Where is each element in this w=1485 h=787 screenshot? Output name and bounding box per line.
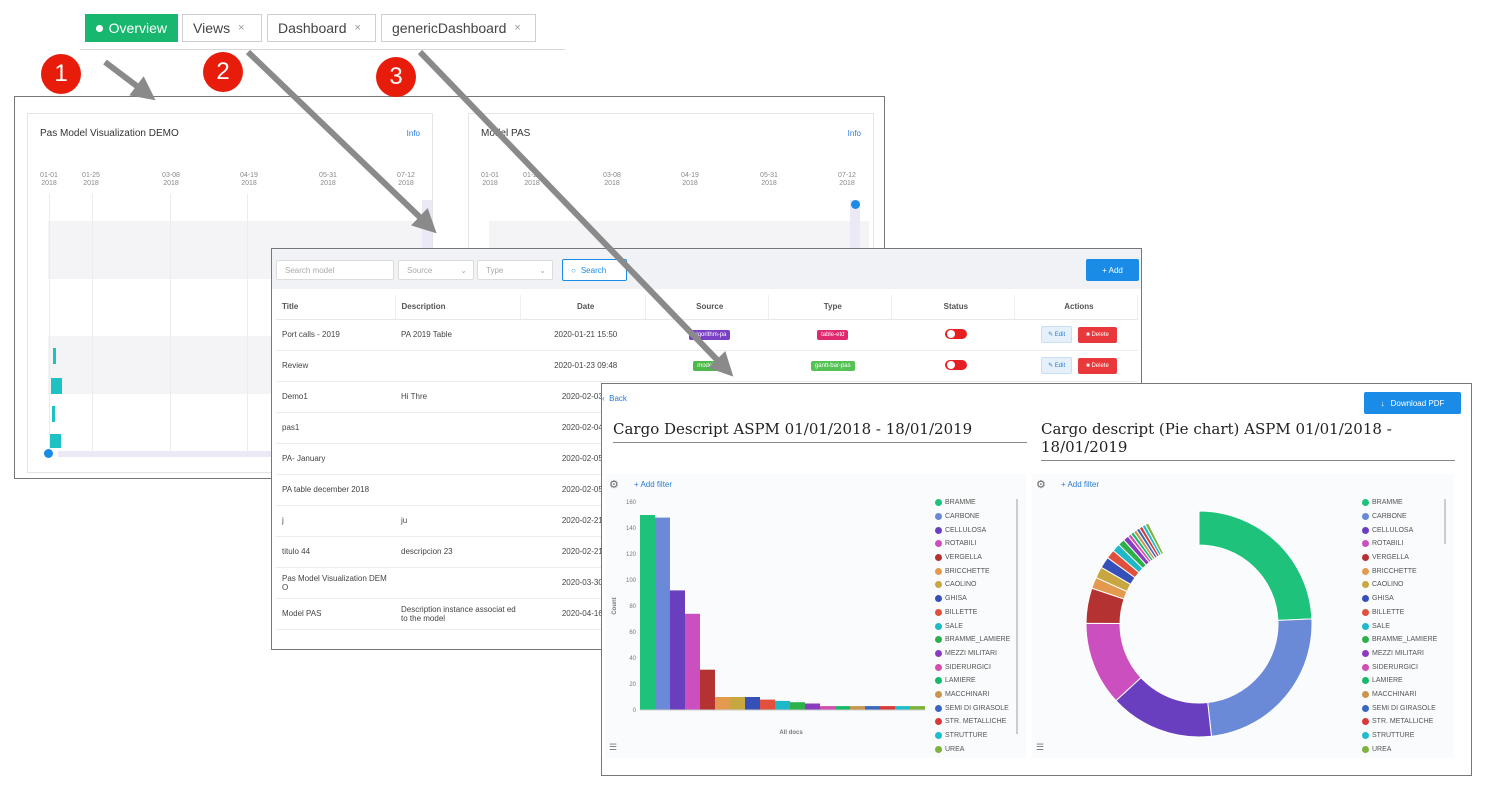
arrow-3 bbox=[417, 49, 734, 377]
arrow-1 bbox=[103, 59, 156, 101]
step-badge-2: 2 bbox=[203, 52, 243, 92]
annotation-arrows bbox=[103, 49, 734, 377]
step-badge-3: 3 bbox=[376, 57, 416, 97]
step-badge-1: 1 bbox=[41, 54, 81, 94]
